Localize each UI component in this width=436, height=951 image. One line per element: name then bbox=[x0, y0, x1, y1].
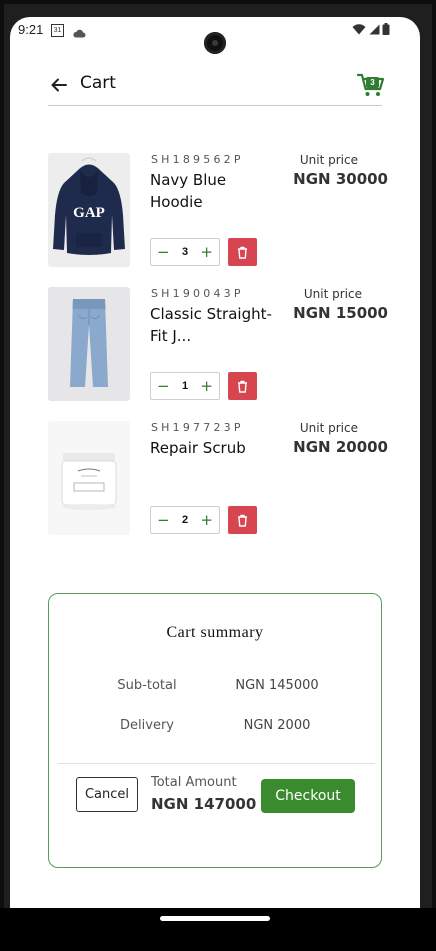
jeans-image bbox=[48, 287, 130, 401]
quantity-value: 2 bbox=[181, 514, 189, 526]
cart-item: SH197723P Repair Scrub Unit price NGN 20… bbox=[48, 421, 388, 537]
quantity-value: 1 bbox=[181, 380, 189, 392]
page-title: Cart bbox=[80, 73, 116, 93]
decrement-button[interactable]: − bbox=[157, 244, 170, 260]
battery-icon bbox=[382, 23, 390, 35]
quantity-stepper: − 2 + bbox=[150, 506, 220, 534]
home-indicator[interactable] bbox=[160, 916, 270, 921]
delivery-value: NGN 2000 bbox=[243, 718, 311, 733]
increment-button[interactable]: + bbox=[200, 378, 213, 394]
increment-button[interactable]: + bbox=[200, 512, 213, 528]
navy-hoodie-image: GAP bbox=[48, 153, 130, 267]
device-frame-edge bbox=[0, 0, 4, 951]
item-name: Classic Straight-Fit J... bbox=[150, 305, 272, 345]
delete-item-button[interactable] bbox=[228, 372, 257, 400]
device-frame-edge bbox=[432, 0, 436, 951]
trash-icon bbox=[238, 246, 247, 259]
status-time: 9:21 bbox=[18, 22, 44, 37]
trash-icon bbox=[238, 514, 247, 527]
item-sku: SH189562P bbox=[151, 153, 244, 166]
back-arrow-icon[interactable] bbox=[50, 76, 68, 94]
cart-item: GAP SH189562P Navy Blue Hoodie Unit pric… bbox=[48, 153, 388, 269]
quantity-value: 3 bbox=[181, 246, 189, 258]
decrement-button[interactable]: − bbox=[157, 378, 170, 394]
unit-price: NGN 30000 bbox=[293, 170, 388, 188]
signal-icon bbox=[369, 24, 380, 34]
cart-summary-card: Cart summary Sub-total NGN 145000 Delive… bbox=[48, 593, 382, 868]
delivery-label: Delivery bbox=[120, 718, 174, 733]
summary-divider bbox=[58, 763, 375, 764]
unit-price-label: Unit price bbox=[303, 287, 362, 301]
device-frame-edge bbox=[0, 0, 436, 4]
scrub-jar-image bbox=[48, 421, 130, 535]
unit-price-label: Unit price bbox=[299, 421, 358, 435]
cart-item: SH190043P Classic Straight-Fit J... Unit… bbox=[48, 287, 388, 403]
subtotal-value: NGN 145000 bbox=[235, 678, 319, 693]
delete-item-button[interactable] bbox=[228, 238, 257, 266]
increment-button[interactable]: + bbox=[200, 244, 213, 260]
delete-item-button[interactable] bbox=[228, 506, 257, 534]
wifi-icon bbox=[352, 23, 366, 34]
total-amount-value: NGN 147000 bbox=[151, 795, 257, 813]
decrement-button[interactable]: − bbox=[157, 512, 170, 528]
unit-price-label: Unit price bbox=[299, 153, 358, 167]
item-name: Navy Blue Hoodie bbox=[150, 171, 227, 211]
quantity-stepper: − 3 + bbox=[150, 238, 220, 266]
total-amount-label: Total Amount bbox=[151, 775, 237, 790]
navigation-bar bbox=[0, 908, 436, 951]
app-screen: 9:21 31 Cart 3 GAP SH189562P Navy Blue H… bbox=[10, 17, 420, 908]
quantity-stepper: − 1 + bbox=[150, 372, 220, 400]
cart-count-badge: 3 bbox=[366, 77, 379, 88]
cancel-button[interactable]: Cancel bbox=[76, 777, 138, 812]
subtotal-label: Sub-total bbox=[117, 678, 177, 693]
header-divider bbox=[48, 105, 382, 106]
svg-text:GAP: GAP bbox=[73, 205, 105, 221]
cloud-icon bbox=[72, 23, 86, 42]
item-name: Repair Scrub bbox=[150, 439, 246, 457]
summary-title: Cart summary bbox=[166, 624, 264, 641]
item-sku: SH190043P bbox=[151, 287, 244, 300]
item-sku: SH197723P bbox=[151, 421, 244, 434]
checkout-button[interactable]: Checkout bbox=[261, 779, 355, 813]
unit-price: NGN 20000 bbox=[293, 438, 388, 456]
unit-price: NGN 15000 bbox=[293, 304, 388, 322]
status-icons bbox=[352, 23, 390, 35]
front-camera bbox=[204, 32, 226, 54]
trash-icon bbox=[238, 380, 247, 393]
calendar-icon: 31 bbox=[51, 24, 64, 37]
